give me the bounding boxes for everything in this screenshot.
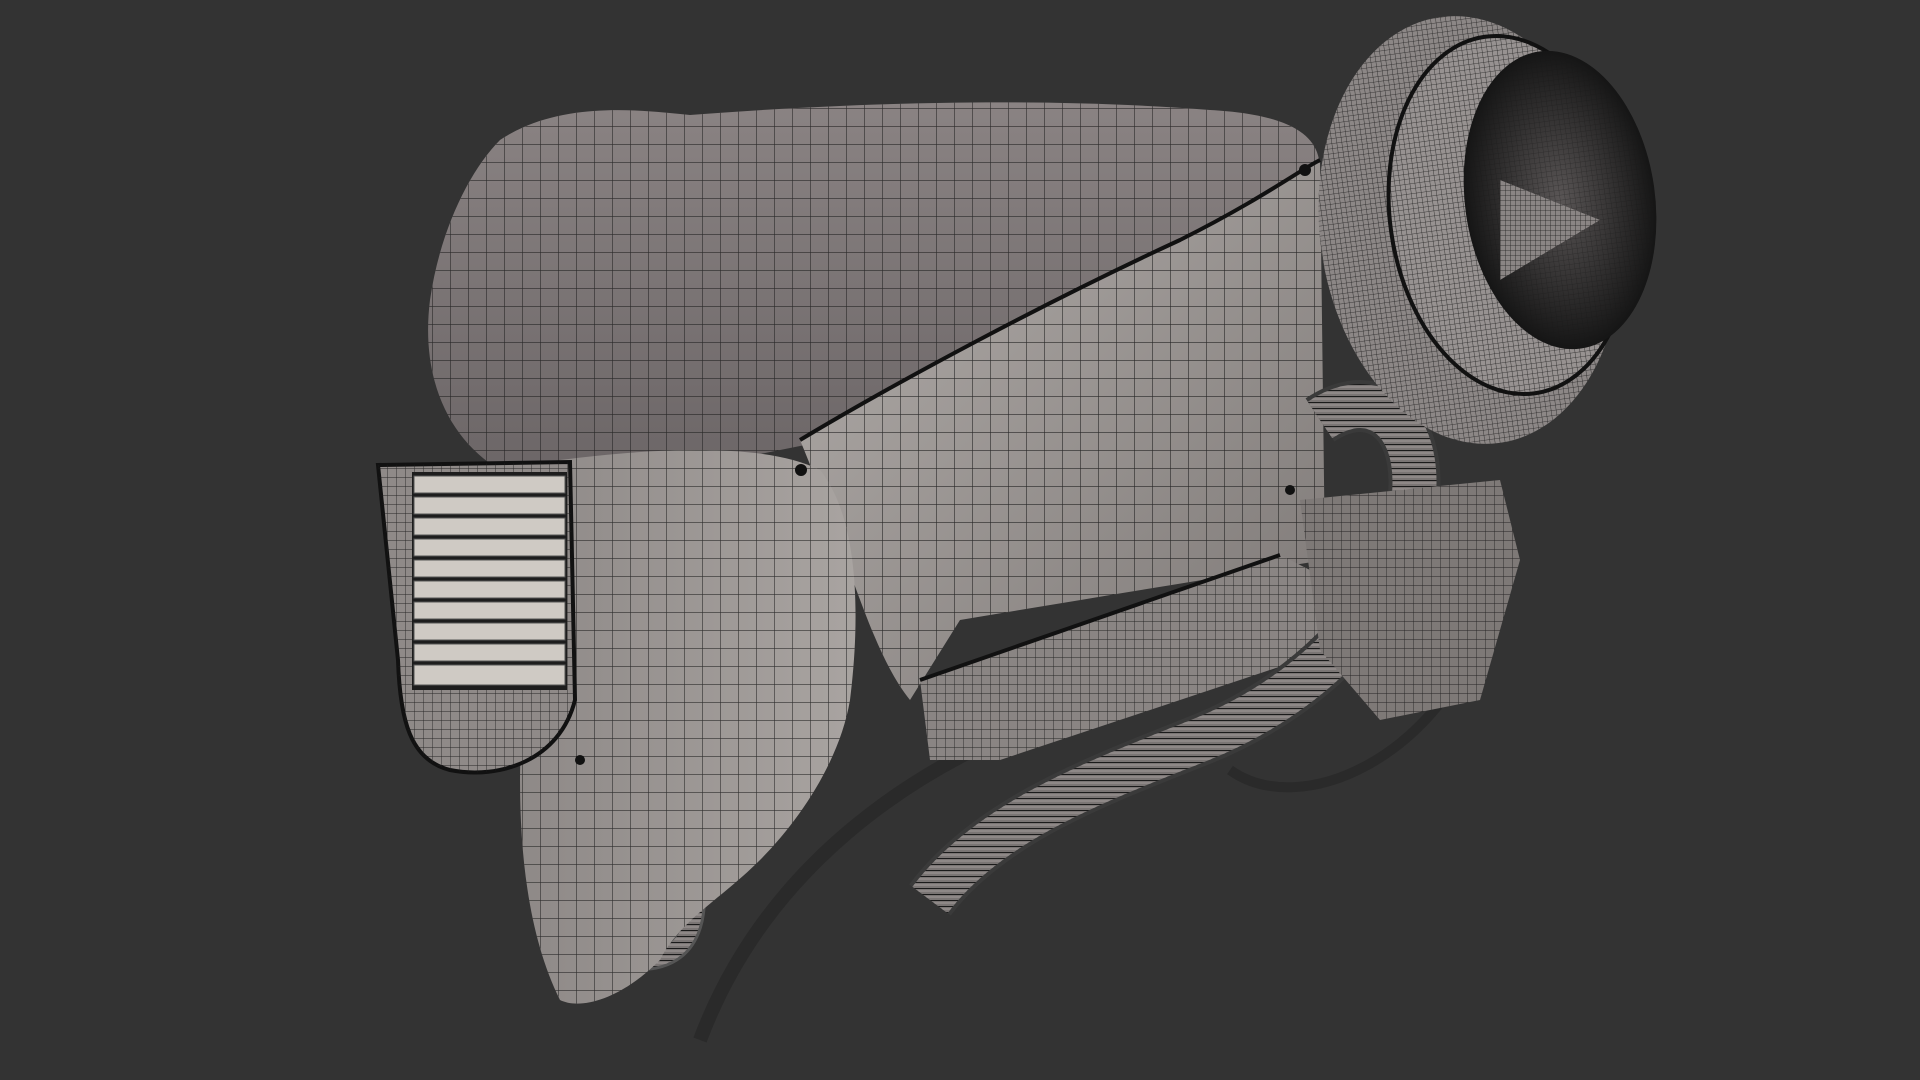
render-viewport[interactable] xyxy=(0,0,1920,1080)
vent-grille xyxy=(412,472,567,690)
mask-render xyxy=(375,16,1657,1043)
